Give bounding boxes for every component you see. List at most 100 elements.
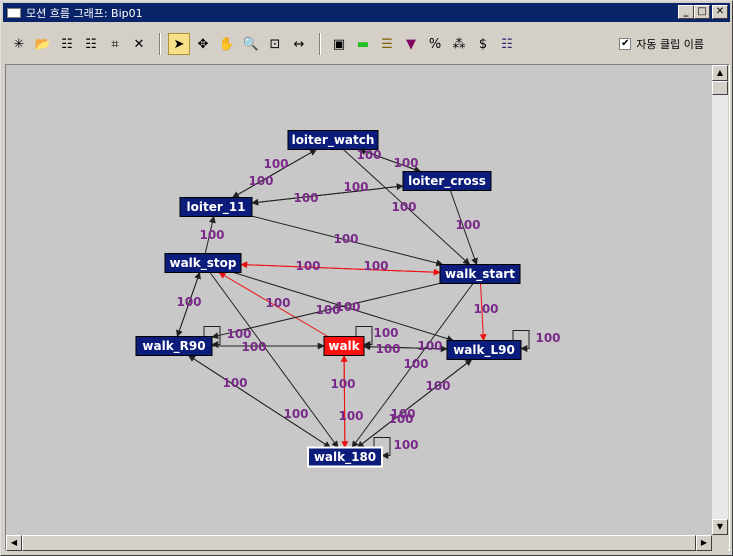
clip-node-loiter-11[interactable]: loiter_11 [179,197,253,217]
optimize-icon[interactable]: ⁂ [448,33,470,55]
transition-loiter_11-to-loiter_cross[interactable] [251,183,404,204]
toolbar-separator [159,33,161,55]
clip-node-walk-r90[interactable]: walk_R90 [135,336,213,356]
toolbar-group-clip: ▣ ▬ ☰ ▼% ⁂ $ ☷ [328,33,520,55]
scrollbar-corner [712,535,728,551]
transition-weight-label: 100 [338,409,363,423]
clip-node-label: loiter_cross [408,174,486,189]
transition-weight-label: 100 [393,156,418,170]
set-random-icon[interactable]: ▬ [352,33,374,55]
clip-node-label: walk_L90 [453,343,515,358]
motion-flow-window: 모션 흐름 그래프: Bip01 _ □ ✕ ✳ 📂 ☷ ☷ ⌗ ✕ ➤ ✥ ✋ 🔍 ⊡ ↔ ▣ ▬ ☰… [0,0,733,556]
transition-weight-label: 100 [293,191,318,205]
transition-walk_180-to-walk[interactable] [340,354,348,448]
script-icon[interactable]: ☷ [56,33,78,55]
transition-weight-label: 100 [391,200,416,214]
transition-weight-label: 100 [248,174,273,188]
transition-weight-label: 100 [473,302,498,316]
dollar-icon[interactable]: $ [472,33,494,55]
clip-node-loiter-watch[interactable]: loiter_watch [287,130,379,150]
clip-node-label: walk_stop [170,256,237,271]
motion-graph[interactable]: 100100100100100100100100100100100 100100 1… [6,65,712,535]
transition-weight-label: 100 [417,339,442,353]
zoom-region-icon[interactable]: ⊡ [264,33,286,55]
transition-weight-label: 100 [375,342,400,356]
scroll-left-button[interactable]: ◀ [6,535,22,551]
toolbar-group-edit: ✳ 📂 ☷ ☷ ⌗ ✕ [8,33,152,55]
transition-weight-label: 100 [330,377,355,391]
minimize-button[interactable]: _ [678,5,694,19]
transition-weight-label: 100 [283,407,308,421]
window-title: 모션 흐름 그래프: Bip01 [26,6,143,20]
window-icon [7,7,21,18]
clip-node-walk-180[interactable]: walk_180 [307,446,383,468]
transition-weight-label: 100 [333,232,358,246]
transition-weight-label: 100 [425,379,450,393]
caption-buttons: _ □ ✕ [678,5,728,19]
transition-icon[interactable]: ⌗ [104,33,126,55]
clip-node-walk-l90[interactable]: walk_L90 [446,340,522,360]
transition-weight-label: 100 [393,438,418,452]
transition-weight-label: 100 [535,331,560,345]
transition-weight-label: 100 [241,340,266,354]
auto-clip-name-checkbox[interactable]: ✔ [619,38,632,50]
scroll-up-button[interactable]: ▲ [712,65,728,81]
transition-weight-label: 100 [226,327,251,341]
auto-clip-name-label: 자동 클립 이름 [636,38,704,51]
toolbar-separator [319,33,321,55]
script-alt-icon[interactable]: ☷ [80,33,102,55]
new-state-icon[interactable]: ✳ [8,33,30,55]
horizontal-scrollbar[interactable]: ◀ ▶ [6,535,712,551]
transition-weight-label: 100 [363,259,388,273]
properties-icon[interactable]: ☰ [376,33,398,55]
transition-weight-label: 100 [373,326,398,340]
scroll-right-button[interactable]: ▶ [696,535,712,551]
delete-icon[interactable]: ✕ [128,33,150,55]
clip-node-walk[interactable]: walk [323,336,365,356]
transition-weight-label: 100 [199,228,224,242]
move-icon[interactable]: ✥ [192,33,214,55]
close-button[interactable]: ✕ [712,5,728,19]
transition-weight-label: 100 [335,300,360,314]
clip-node-walk-stop[interactable]: walk_stop [164,253,242,273]
save-clip-icon[interactable]: ▣ [328,33,350,55]
auto-clip-name-toggle[interactable]: ✔ 자동 클립 이름 [619,36,704,52]
maximize-button[interactable]: □ [694,5,710,19]
transition-weight-label: 100 [265,296,290,310]
title-bar[interactable]: 모션 흐름 그래프: Bip01 _ □ ✕ [3,3,730,22]
transition-weight-label: 100 [343,180,368,194]
transition-weight-label: 100 [295,259,320,273]
vertical-scroll-thumb[interactable] [712,81,728,95]
clip-node-label: walk_180 [314,450,376,465]
clip-node-label: walk [328,339,360,353]
transition-weight-label: 100 [455,218,480,232]
clip-node-walk-start[interactable]: walk_start [439,264,521,284]
percent-icon[interactable]: % [424,33,446,55]
vertical-scrollbar[interactable]: ▲ ▼ [712,65,728,535]
zoom-icon[interactable]: 🔍 [240,33,262,55]
transition-weight-label: 100 [263,157,288,171]
transition-weight-label: 100 [390,407,415,421]
scroll-down-button[interactable]: ▼ [712,519,728,535]
select-arrow-icon[interactable]: ➤ [168,33,190,55]
clip-node-label: loiter_11 [187,200,246,215]
horizontal-scroll-thumb[interactable] [22,535,696,551]
clip-node-loiter-cross[interactable]: loiter_cross [402,171,492,191]
clip-properties-icon[interactable]: ☷ [496,33,518,55]
pan-hand-icon[interactable]: ✋ [216,33,238,55]
transition-walk_stop-to-walk_start[interactable] [240,264,441,276]
transition-walk_180-to-walk_R90[interactable] [188,355,331,448]
select-random-icon[interactable]: ▼ [400,33,422,55]
transition-walk_180-to-walk_L90[interactable] [357,359,473,448]
clip-node-label: walk_R90 [142,339,205,354]
clip-node-label: walk_start [445,267,515,282]
transition-weight-label: 100 [222,376,247,390]
zoom-extents-icon[interactable]: ↔ [288,33,310,55]
transition-weight-label: 100 [403,357,428,371]
graph-canvas[interactable]: 100 100 100 100 100 100 100 100 100 100 100 100 100 1… [6,65,712,535]
toolbar: ✳ 📂 ☷ ☷ ⌗ ✕ ➤ ✥ ✋ 🔍 ⊡ ↔ ▣ ▬ ☰ ▼% ⁂ $ ☷ ✔ 자동 클립 이름 [3,24,730,64]
transition-weight-label: 100 [176,295,201,309]
open-file-icon[interactable]: 📂 [32,33,54,55]
transition-weight-label: 100 [356,148,381,162]
clip-node-label: loiter_watch [292,133,375,148]
